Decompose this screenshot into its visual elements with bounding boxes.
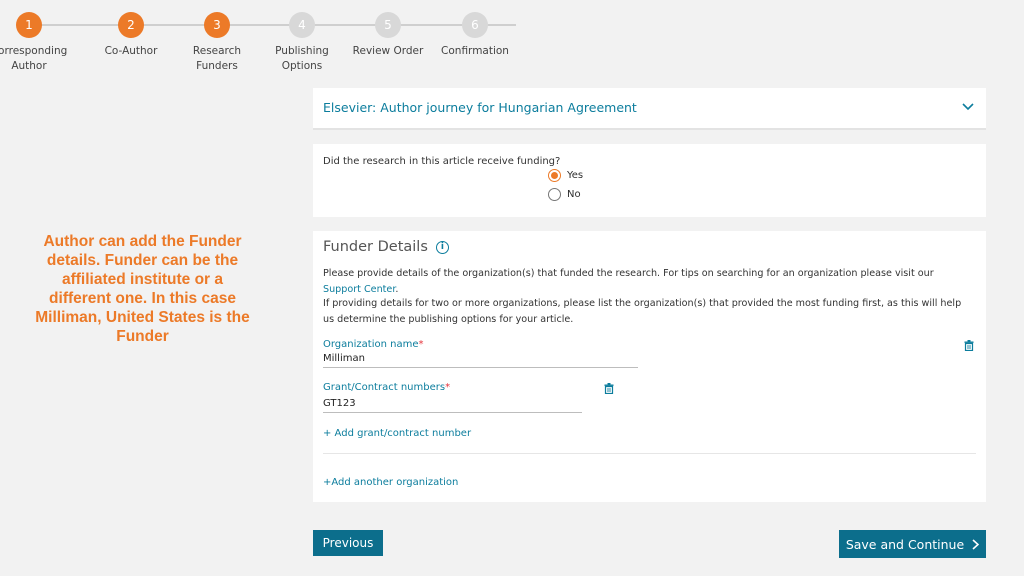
funding-question: Did the research in this article receive… bbox=[323, 156, 561, 167]
funder-instructions: Please provide details of the organizati… bbox=[323, 268, 934, 295]
chevron-right-icon bbox=[972, 538, 980, 550]
step-co-author[interactable]: 2 Co-Author bbox=[91, 12, 171, 59]
step-label: Review Order bbox=[352, 45, 424, 57]
delete-grant-trash-icon[interactable] bbox=[604, 383, 614, 394]
journey-title: Elsevier: Author journey for Hungarian A… bbox=[323, 100, 637, 115]
funder-details-card: Funder Details i Please provide details … bbox=[313, 231, 986, 502]
step-label: Publishing Options bbox=[275, 45, 329, 72]
step-number: 1 bbox=[16, 12, 42, 38]
step-number: 3 bbox=[204, 12, 230, 38]
step-number: 4 bbox=[289, 12, 315, 38]
add-grant-number-link[interactable]: + Add grant/contract number bbox=[323, 428, 471, 439]
journey-accordion[interactable]: Elsevier: Author journey for Hungarian A… bbox=[313, 88, 986, 130]
delete-organization-trash-icon[interactable] bbox=[964, 340, 974, 351]
funding-question-card: Did the research in this article receive… bbox=[313, 144, 986, 217]
step-publishing-options: 4 Publishing Options bbox=[262, 12, 342, 74]
step-label: Confirmation bbox=[441, 45, 509, 57]
save-and-continue-button[interactable]: Save and Continue bbox=[839, 530, 986, 558]
step-number: 5 bbox=[375, 12, 401, 38]
grant-numbers-label: Grant/Contract numbers* bbox=[323, 382, 451, 393]
step-label: Co-Author bbox=[104, 45, 158, 57]
step-label: Research Funders bbox=[192, 45, 242, 72]
organization-name-input[interactable]: Milliman bbox=[323, 353, 638, 368]
radio-option-no[interactable]: No bbox=[548, 188, 581, 201]
funder-details-heading: Funder Details i bbox=[323, 239, 449, 255]
radio-button-yes[interactable] bbox=[548, 169, 561, 182]
previous-button[interactable]: Previous bbox=[313, 530, 383, 556]
chevron-down-icon[interactable] bbox=[962, 103, 974, 111]
divider bbox=[323, 453, 976, 454]
step-research-funders[interactable]: 3 Research Funders bbox=[177, 12, 257, 74]
annotation-note: Author can add the Funder details. Funde… bbox=[35, 233, 250, 345]
radio-option-yes[interactable]: Yes bbox=[548, 169, 583, 182]
step-number: 2 bbox=[118, 12, 144, 38]
step-review-order: 5 Review Order bbox=[348, 12, 428, 59]
support-center-link[interactable]: Support Center bbox=[323, 284, 395, 295]
radio-label: No bbox=[567, 189, 581, 200]
radio-label: Yes bbox=[567, 170, 584, 181]
funder-order-instructions: If providing details for two or more org… bbox=[323, 298, 962, 325]
organization-name-label: Organization name* bbox=[323, 339, 424, 350]
radio-button-no[interactable] bbox=[548, 188, 561, 201]
step-corresponding-author[interactable]: 1 Corresponding Author bbox=[0, 12, 69, 74]
grant-number-input[interactable]: GT123 bbox=[323, 398, 582, 413]
step-confirmation: 6 Confirmation bbox=[435, 12, 515, 59]
progress-stepper: 1 Corresponding Author 2 Co-Author 3 Res… bbox=[0, 0, 560, 80]
step-number: 6 bbox=[462, 12, 488, 38]
step-label: Corresponding Author bbox=[0, 45, 68, 72]
info-icon[interactable]: i bbox=[435, 240, 449, 254]
add-another-organization-link[interactable]: +Add another organization bbox=[323, 477, 458, 488]
